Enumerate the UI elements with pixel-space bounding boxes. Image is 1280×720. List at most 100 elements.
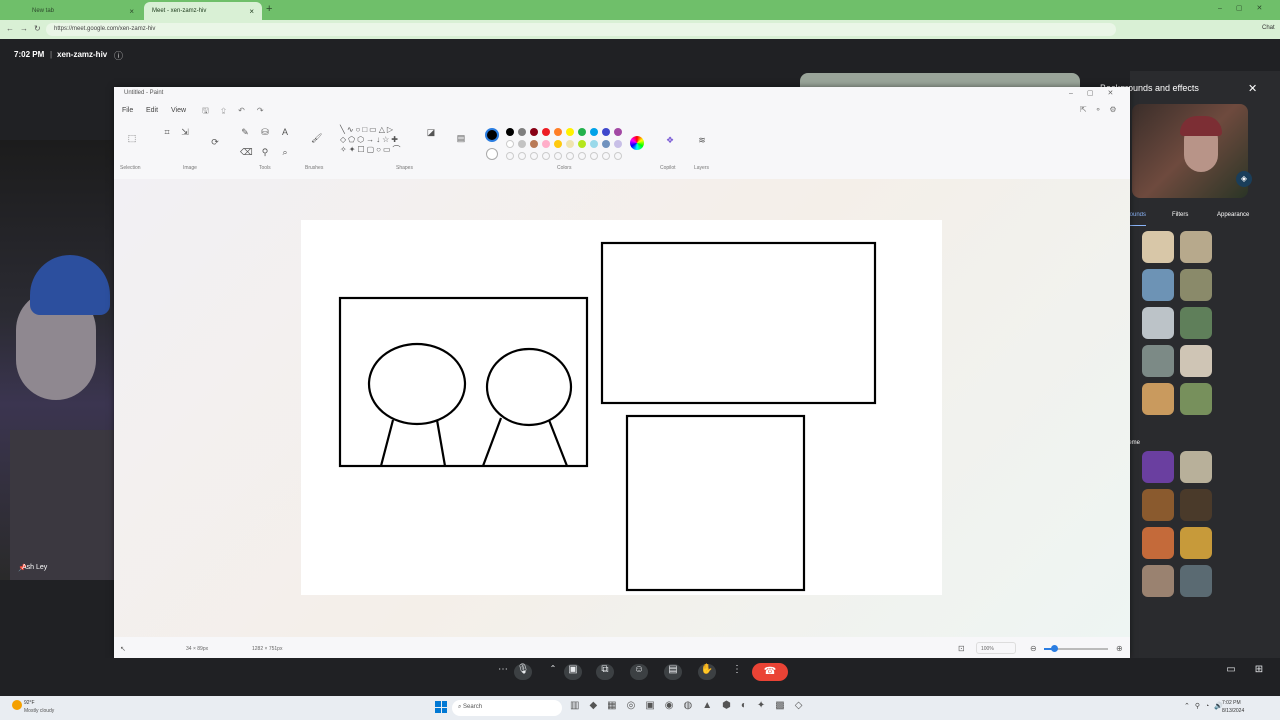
background-thumbnail[interactable] <box>1180 383 1212 415</box>
theme-thumbnail[interactable] <box>1142 527 1174 559</box>
outline-icon[interactable]: ◪ <box>426 127 436 138</box>
tab-new-tab[interactable]: New tab × <box>24 2 142 20</box>
captions-icon[interactable]: ▤ <box>664 664 682 680</box>
window-controls[interactable]: –▢✕ <box>1218 4 1276 12</box>
shape-fill-icon[interactable]: ▤ <box>456 133 466 144</box>
edit-colors-icon[interactable] <box>630 136 644 150</box>
color-swatch[interactable] <box>518 140 526 148</box>
brush-icon[interactable]: 🖌 <box>311 133 322 144</box>
layers-icon[interactable]: ≋ <box>697 135 707 146</box>
color-swatch[interactable] <box>602 128 610 136</box>
close-icon[interactable]: × <box>249 7 254 16</box>
drawing-canvas[interactable] <box>301 220 942 595</box>
color-swatch[interactable] <box>590 140 598 148</box>
raise-hand-icon[interactable]: ✋ <box>698 664 716 680</box>
selection-icon[interactable]: ⬚ <box>127 133 137 144</box>
new-tab-icon[interactable]: + <box>266 3 272 15</box>
tab-backgrounds[interactable]: Backgrounds <box>1130 212 1146 218</box>
activities-icon[interactable]: ⊞ <box>1250 664 1268 680</box>
close-icon[interactable]: × <box>129 7 134 16</box>
color-swatch[interactable] <box>578 140 586 148</box>
color-swatch[interactable] <box>530 140 538 148</box>
close-icon[interactable]: ✕ <box>1248 82 1257 95</box>
eraser-icon[interactable]: ⌫ <box>240 147 253 158</box>
chat-button[interactable]: Chat <box>1262 25 1275 31</box>
pencil-icon[interactable]: ✎ <box>240 127 250 138</box>
mic-icon[interactable]: 🎙 <box>514 664 532 680</box>
camera-icon[interactable]: ▣ <box>564 664 582 680</box>
weather-icon[interactable] <box>12 700 22 710</box>
rotate-icon[interactable]: ⟳ <box>210 137 220 148</box>
taskbar-apps[interactable]: ▥◆▦◎▣◉◍▲⬢◐✦▩◇ <box>570 700 812 711</box>
theme-thumbnail[interactable] <box>1180 489 1212 521</box>
more-options-icon[interactable]: ⋮ <box>728 664 746 680</box>
color-swatch[interactable] <box>518 128 526 136</box>
color-swatch[interactable] <box>590 152 598 160</box>
quick-access-icons[interactable]: 🖫⇪↶↷ <box>202 105 276 119</box>
theme-thumbnail[interactable] <box>1180 565 1212 597</box>
zoom-out-icon[interactable]: ⊖ <box>1030 644 1037 653</box>
theme-thumbnail[interactable] <box>1142 451 1174 483</box>
start-icon[interactable] <box>435 701 447 713</box>
share-settings-icons[interactable]: ⇱⚬⚙ <box>1080 105 1125 114</box>
emoji-icon[interactable]: ☺ <box>630 664 648 680</box>
copilot-icon[interactable]: ❖ <box>665 135 675 146</box>
background-thumbnail[interactable] <box>1142 383 1174 415</box>
zoom-slider-thumb[interactable] <box>1051 645 1058 652</box>
color-swatch[interactable] <box>542 128 550 136</box>
menu-edit[interactable]: Edit <box>146 107 158 114</box>
leave-call-button[interactable]: ☎ <box>752 663 788 681</box>
menu-file[interactable]: File <box>122 107 133 114</box>
color-swatch[interactable] <box>566 152 574 160</box>
color-swatch[interactable] <box>542 152 550 160</box>
color-swatch[interactable] <box>578 128 586 136</box>
theme-thumbnail[interactable] <box>1142 565 1174 597</box>
crop-icon[interactable]: ⌗ <box>162 127 172 138</box>
taskbar-search[interactable]: ⌕ Search <box>452 700 562 716</box>
color-swatch[interactable] <box>614 140 622 148</box>
fill-icon[interactable]: ⛁ <box>260 127 270 138</box>
tab-meet[interactable]: Meet - xen-zamz-hiv × <box>144 2 262 20</box>
theme-thumbnail[interactable] <box>1180 451 1212 483</box>
text-icon[interactable]: A <box>280 127 290 137</box>
color-swatch[interactable] <box>530 128 538 136</box>
color-swatch[interactable] <box>506 152 514 160</box>
resize-icon[interactable]: ⇲ <box>180 127 190 138</box>
color-swatch[interactable] <box>518 152 526 160</box>
secondary-color[interactable] <box>486 148 498 160</box>
more-icon[interactable]: ⋯ <box>494 664 512 680</box>
color-swatch[interactable] <box>506 128 514 136</box>
color-swatch[interactable] <box>566 128 574 136</box>
menu-view[interactable]: View <box>171 107 186 114</box>
color-swatch[interactable] <box>602 152 610 160</box>
color-swatch[interactable] <box>554 152 562 160</box>
magnifier-icon[interactable]: ⌕ <box>280 147 290 158</box>
window-controls[interactable]: –▢✕ <box>1069 89 1127 97</box>
color-swatch[interactable] <box>590 128 598 136</box>
background-thumbnail[interactable] <box>1142 269 1174 301</box>
color-swatch[interactable] <box>602 140 610 148</box>
color-swatch[interactable] <box>614 128 622 136</box>
nav-icons[interactable]: ←→↻ <box>6 24 47 33</box>
theme-thumbnail[interactable] <box>1180 527 1212 559</box>
present-icon[interactable]: ⧉ <box>596 664 614 680</box>
color-swatch[interactable] <box>530 152 538 160</box>
color-swatch[interactable] <box>554 140 562 148</box>
tab-filters[interactable]: Filters <box>1172 212 1188 218</box>
zoom-in-icon[interactable]: ⊕ <box>1116 644 1123 653</box>
theme-thumbnail[interactable] <box>1142 489 1174 521</box>
background-thumbnail[interactable] <box>1180 231 1212 263</box>
background-thumbnail[interactable] <box>1142 307 1174 339</box>
color-swatch[interactable] <box>554 128 562 136</box>
tab-appearance[interactable]: Appearance <box>1217 212 1249 218</box>
color-swatch[interactable] <box>578 152 586 160</box>
background-thumbnail[interactable] <box>1180 307 1212 339</box>
background-thumbnail[interactable] <box>1142 231 1174 263</box>
color-swatch[interactable] <box>506 140 514 148</box>
background-thumbnail[interactable] <box>1180 345 1212 377</box>
background-thumbnail[interactable] <box>1142 345 1174 377</box>
chevron-up-icon[interactable]: ⌃ <box>544 664 562 680</box>
chat-icon[interactable]: ▭ <box>1222 664 1240 680</box>
zoom-select[interactable]: 100% <box>976 642 1016 654</box>
background-thumbnail[interactable] <box>1180 269 1212 301</box>
